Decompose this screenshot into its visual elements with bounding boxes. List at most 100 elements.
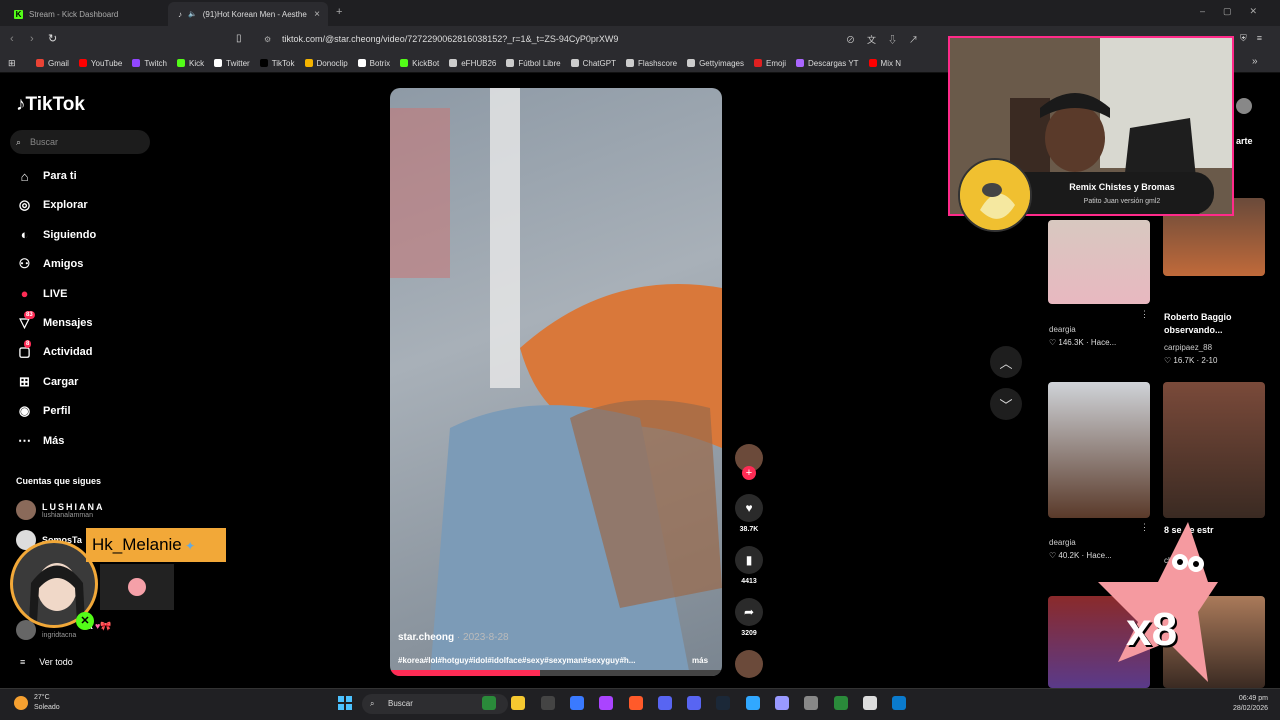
- bookmark-item[interactable]: Donoclip: [304, 59, 348, 68]
- nav-item-amigos[interactable]: ⚇ Amigos: [16, 254, 84, 274]
- bookmark-item[interactable]: Botrix: [357, 59, 390, 68]
- nav-label: LIVE: [43, 287, 68, 300]
- bookmark-favicon-icon: [625, 59, 634, 67]
- address-actions[interactable]: ⊘文⇩↗: [846, 33, 930, 46]
- bookmark-item[interactable]: Gmail: [36, 59, 69, 68]
- steam-icon[interactable]: [716, 696, 731, 710]
- games-icon[interactable]: [482, 696, 496, 710]
- following-account-lushiana[interactable]: LUSHIANA lushianalamman: [16, 500, 105, 520]
- tab-tiktok-video[interactable]: ♪ 🔈 (91)Hot Korean Men - Aesthe ×: [168, 2, 328, 26]
- url-input[interactable]: ⚙ tiktok.com/@star.cheong/video/72722900…: [258, 30, 948, 49]
- video-more-button[interactable]: más: [692, 656, 708, 665]
- bookmark-item[interactable]: Flashscore: [625, 59, 677, 68]
- reload-icon[interactable]: ↻: [48, 32, 57, 45]
- avatar[interactable]: [1236, 98, 1252, 114]
- related-thumb[interactable]: [1048, 220, 1150, 304]
- bookmark-item[interactable]: Descargas YT: [796, 59, 859, 68]
- bookmark-page-icon[interactable]: ▯: [236, 33, 242, 44]
- window-controls[interactable]: –▢✕: [1200, 6, 1275, 17]
- bookmark-item[interactable]: Fútbol Libre: [506, 58, 561, 68]
- bookmark-favicon-icon: [796, 59, 804, 67]
- file-explorer-icon[interactable]: [511, 696, 526, 710]
- next-video-button[interactable]: ﹀: [990, 388, 1022, 420]
- nav-item-actividad[interactable]: ▢ 8 Actividad: [16, 339, 93, 362]
- follow-plus-icon[interactable]: +: [742, 466, 756, 480]
- like-button[interactable]: ♥ 38.7K: [734, 494, 764, 533]
- alert-subtitle: Patito Juan versión gml2: [1083, 198, 1161, 205]
- search-input[interactable]: ⌕ Buscar: [10, 130, 150, 154]
- bookmark-item[interactable]: Gettyimages: [687, 59, 744, 68]
- edge-icon[interactable]: [892, 696, 907, 710]
- tiktok-logo[interactable]: ♪TikTok: [16, 94, 85, 116]
- share-button[interactable]: ➦ 3209: [734, 598, 764, 637]
- related-title[interactable]: Roberto Baggio observando...: [1164, 311, 1264, 337]
- bookmark-item[interactable]: Twitter: [214, 59, 250, 68]
- site-info-icon[interactable]: ⚙: [264, 30, 271, 49]
- bookmark-item[interactable]: YouTube: [78, 59, 122, 68]
- save-button[interactable]: ▮ 4413: [734, 546, 764, 585]
- bookmark-item[interactable]: Emoji: [753, 59, 786, 68]
- related-user[interactable]: deargia: [1049, 538, 1076, 547]
- nav-item-para-ti[interactable]: ⌂ Para ti: [16, 166, 77, 186]
- bookmark-label: KickBot: [412, 58, 440, 68]
- app-icon[interactable]: [657, 696, 672, 710]
- bookmark-item[interactable]: Kick: [177, 59, 204, 68]
- related-thumb[interactable]: [1163, 382, 1265, 518]
- more-options-icon[interactable]: ⋮: [1140, 309, 1149, 320]
- bookmark-favicon-icon: [506, 59, 515, 67]
- nav-item-más[interactable]: ⋯ Más: [16, 431, 64, 451]
- back-icon[interactable]: ‹: [10, 33, 14, 45]
- bookmark-item[interactable]: eFHUB26: [449, 59, 496, 68]
- bookmarks-overflow-icon[interactable]: »: [1252, 56, 1258, 67]
- system-clock[interactable]: 06:49 pm 28/02/2026: [1226, 694, 1268, 714]
- creator-avatar[interactable]: +: [734, 444, 764, 480]
- premiere-icon[interactable]: [775, 696, 789, 710]
- weather-widget[interactable]: 27°C Soleado: [34, 693, 60, 713]
- close-tab-icon[interactable]: ×: [314, 9, 320, 20]
- nav-item-siguiendo[interactable]: ◐ Siguiendo: [16, 225, 97, 245]
- bookmark-favicon-icon: [177, 59, 185, 67]
- bookmark-item[interactable]: Twitch: [132, 59, 167, 68]
- bookmark-item[interactable]: ChatGPT: [570, 59, 616, 68]
- app-icon[interactable]: [569, 696, 584, 710]
- previous-video-button[interactable]: ︿: [990, 346, 1022, 378]
- sound-disc[interactable]: [734, 650, 764, 678]
- brave-icon[interactable]: [628, 696, 643, 710]
- related-thumb[interactable]: [1048, 382, 1150, 518]
- apps-grid-icon[interactable]: ⊞: [8, 58, 16, 69]
- settings-icon[interactable]: [804, 696, 819, 710]
- photoshop-icon[interactable]: [745, 696, 760, 710]
- video-player[interactable]: [390, 88, 722, 676]
- related-user[interactable]: carpipaez_88: [1164, 343, 1212, 352]
- nav-item-explorar[interactable]: ◎ Explorar: [16, 195, 88, 215]
- heart-emoji-icon: ♥🎀: [92, 621, 112, 631]
- nav-item-perfil[interactable]: ◉ Perfil: [16, 401, 71, 421]
- see-all-link[interactable]: ≡ Ver todo: [20, 657, 73, 667]
- new-tab-icon[interactable]: +: [336, 6, 342, 18]
- app-icon[interactable]: [599, 696, 614, 710]
- forward-icon[interactable]: ›: [30, 33, 34, 45]
- bookmark-item[interactable]: KickBot: [400, 59, 439, 68]
- streamer-name-banner: Hk_Melanie ✦: [86, 528, 226, 562]
- chevron-up-icon: ︿: [999, 355, 1013, 371]
- bookmark-item[interactable]: Mix N: [868, 59, 901, 68]
- bookmark-item[interactable]: TikTok: [259, 59, 295, 68]
- related-user[interactable]: deargia: [1049, 325, 1076, 334]
- nav-item-live[interactable]: ● LIVE: [16, 284, 68, 304]
- discord-icon[interactable]: [687, 696, 702, 710]
- windows-start-icon[interactable]: [338, 696, 352, 710]
- bookmark-label: Fútbol Libre: [518, 58, 561, 68]
- nav-item-cargar[interactable]: ⊞ Cargar: [16, 372, 78, 392]
- tiktok-icon: ♪: [178, 9, 182, 19]
- alert-title: Remix Chistes y Bromas: [1069, 182, 1175, 192]
- video-hashtags[interactable]: #korea#lol#hotguy#idol#idolface#sexy#sex…: [398, 656, 688, 665]
- nav-item-mensajes[interactable]: ▽ 83 Mensajes: [16, 310, 93, 333]
- notepad-icon[interactable]: [833, 696, 848, 710]
- tab-kick-dashboard[interactable]: K Stream - Kick Dashboard: [4, 2, 164, 26]
- video-author[interactable]: star.cheong · 2023-8-28: [398, 632, 509, 643]
- shield-menu-icons[interactable]: ⛨≡: [1240, 33, 1272, 44]
- chrome-icon[interactable]: [540, 696, 555, 710]
- notification-badge: 8: [24, 339, 32, 348]
- more-icon: ⋯: [18, 432, 31, 448]
- media-player-icon[interactable]: [862, 696, 877, 710]
